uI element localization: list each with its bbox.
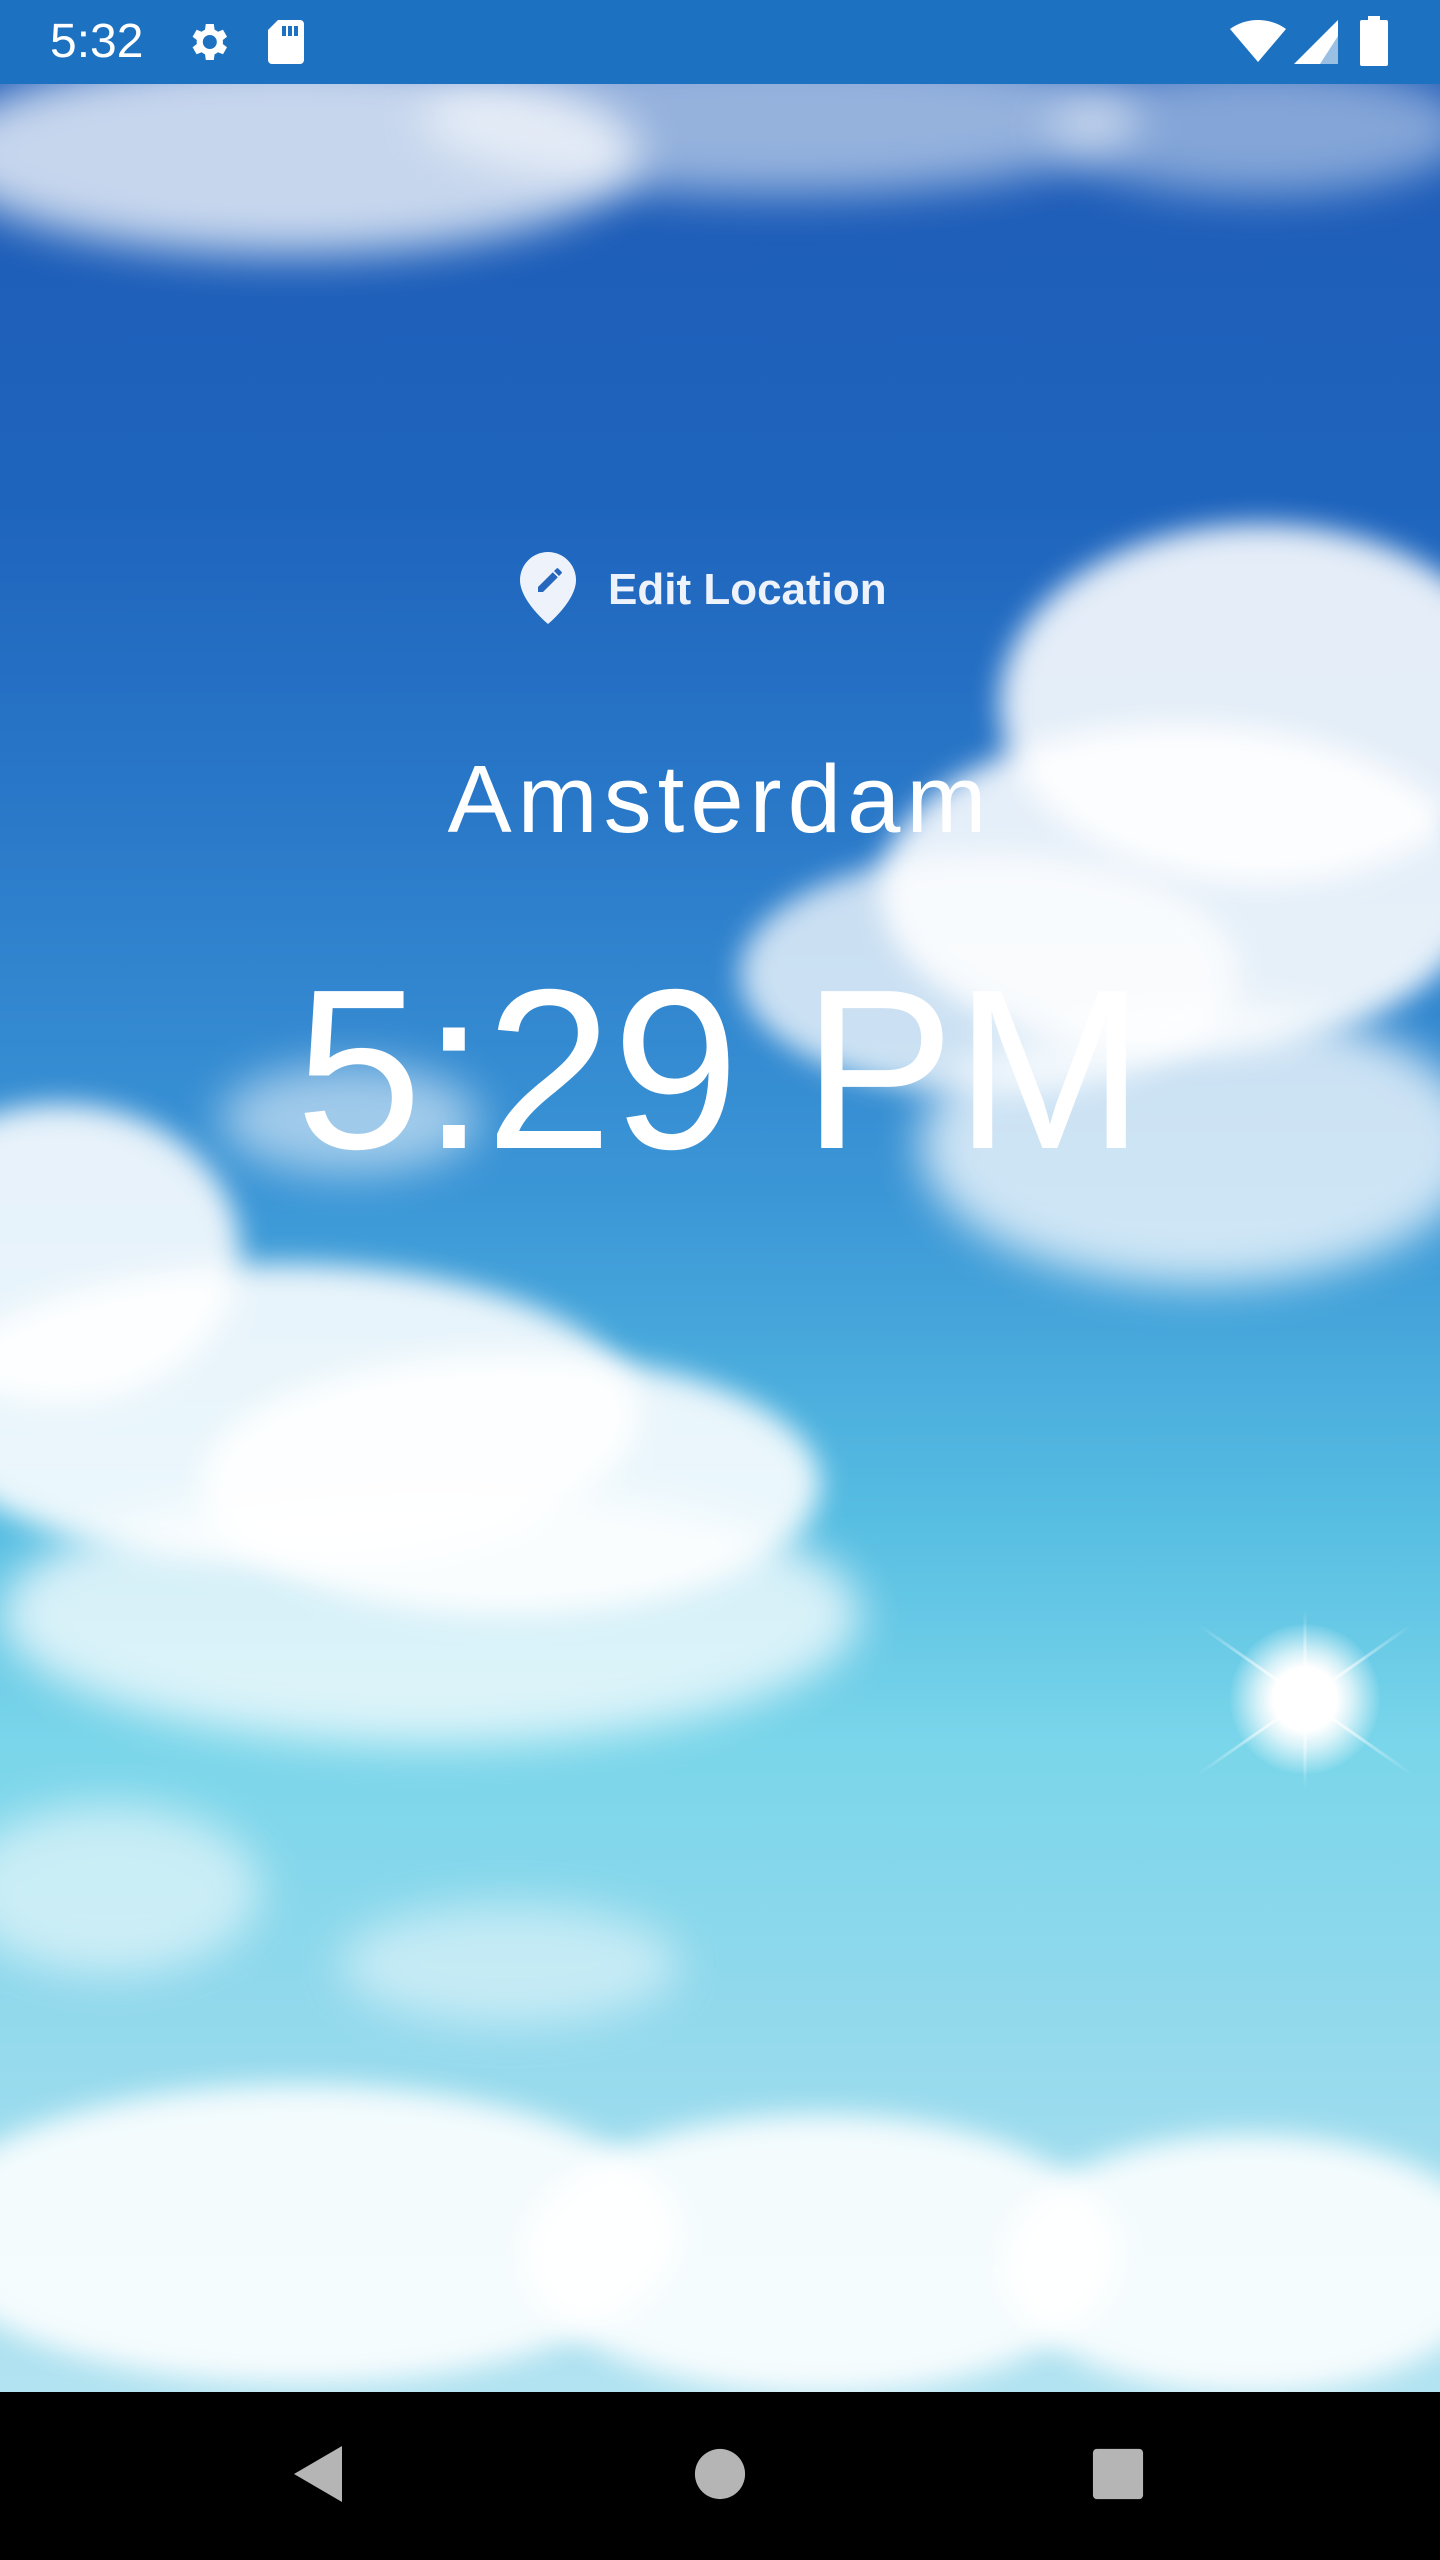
gear-icon: [184, 18, 232, 71]
navigation-bar: [0, 2392, 1440, 2560]
back-icon: [290, 2442, 346, 2511]
battery-icon: [1360, 16, 1388, 71]
signal-icon: [1294, 20, 1338, 69]
back-button[interactable]: [234, 2392, 402, 2560]
recents-button[interactable]: [1034, 2392, 1202, 2560]
local-time: 5:29 PM: [295, 943, 1145, 1197]
edit-location-label: Edit Location: [608, 565, 887, 614]
sd-card-icon: [264, 18, 308, 71]
status-time: 5:32: [50, 15, 144, 68]
location-pin-edit-icon: [520, 551, 576, 629]
wifi-icon: [1230, 20, 1286, 69]
home-button[interactable]: [636, 2392, 804, 2560]
status-bar: 5:32: [0, 0, 1440, 84]
home-icon: [693, 2447, 747, 2506]
recents-icon: [1091, 2447, 1145, 2506]
main-content: Edit Location Amsterdam 5:29 PM: [0, 0, 1440, 2392]
city-name: Amsterdam: [447, 746, 993, 853]
edit-location-button[interactable]: Edit Location: [520, 540, 940, 640]
